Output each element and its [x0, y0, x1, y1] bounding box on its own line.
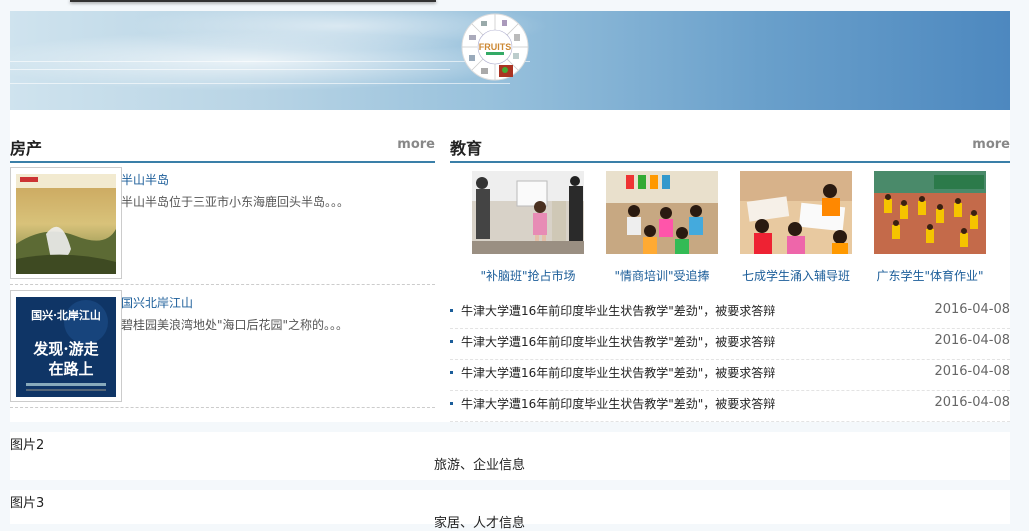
housing-more-link[interactable]: more — [397, 137, 435, 152]
content-block: 图片2 旅游、企业信息 — [10, 432, 1010, 480]
news-title[interactable]: 牛津大学遭16年前印度毕业生状告教学"差劲"，被要求答辩 — [461, 333, 775, 350]
housing-item-name[interactable]: 半山半岛 — [121, 171, 169, 188]
news-date: 2016-04-08 — [934, 395, 1010, 410]
news-date: 2016-04-08 — [934, 302, 1010, 317]
sports-photo-icon — [874, 171, 986, 254]
education-header: 教育 more — [450, 135, 1010, 163]
content-block: 图片3 家居、人才信息 — [10, 490, 1010, 531]
news-title[interactable]: 牛津大学遭16年前印度毕业生状告教学"差劲"，被要求答辩 — [461, 395, 775, 412]
poster-slogan: 在路上 — [48, 360, 93, 378]
picture-caption[interactable]: 七成学生涌入辅导班 — [730, 267, 862, 284]
logo-text: FRUITS — [479, 42, 512, 52]
banner-streak — [10, 69, 450, 70]
news-item[interactable]: 牛津大学遭16年前印度毕业生状告教学"差劲"，被要求答辩 2016-04-08 — [450, 391, 1010, 422]
divider — [10, 284, 435, 285]
block-center-text: 家居、人才信息 — [434, 516, 526, 531]
education-title: 教育 — [450, 139, 483, 158]
banner-streak — [10, 61, 530, 62]
housing-item-name[interactable]: 国兴北岸江山 — [121, 294, 193, 311]
poster-slogan: 发现·游走 — [32, 340, 98, 358]
block-label: 图片3 — [10, 496, 45, 511]
resort-photo-icon — [16, 174, 116, 274]
news-item[interactable]: 牛津大学遭16年前印度毕业生状告教学"差劲"，被要求答辩 2016-04-08 — [450, 298, 1010, 329]
bullet-icon — [450, 309, 453, 312]
banner: FRUITS — [10, 11, 1010, 110]
tutoring-photo-icon — [740, 171, 852, 254]
education-more-link[interactable]: more — [972, 137, 1010, 152]
housing-item-desc: 半山半岛位于三亚市小东海鹿回头半岛。。。 — [121, 195, 350, 209]
picture-caption[interactable]: "情商培训"受追捧 — [596, 267, 728, 284]
bullet-icon — [450, 340, 453, 343]
poster-title: 国兴·北岸江山 — [31, 308, 101, 322]
housing-item: 国兴·北岸江山 发现·游走 在路上 国兴北岸江山 碧桂园美浪湾地处"海口后花园"… — [10, 290, 435, 406]
classroom-photo-icon — [472, 171, 584, 254]
poster-image-icon: 国兴·北岸江山 发现·游走 在路上 — [16, 297, 116, 397]
bullet-icon — [450, 371, 453, 374]
news-title[interactable]: 牛津大学遭16年前印度毕业生状告教学"差劲"，被要求答辩 — [461, 302, 775, 319]
picture-caption[interactable]: 广东学生"体育作业" — [864, 267, 996, 284]
news-date: 2016-04-08 — [934, 364, 1010, 379]
news-item[interactable]: 牛津大学遭16年前印度毕业生状告教学"差劲"，被要求答辩 2016-04-08 — [450, 360, 1010, 391]
divider — [10, 407, 435, 408]
education-picture[interactable]: 七成学生涌入辅导班 — [740, 171, 852, 291]
block-center-text: 旅游、企业信息 — [434, 458, 526, 473]
education-picture[interactable]: 广东学生"体育作业" — [874, 171, 986, 291]
block-label: 图片2 — [10, 438, 45, 453]
education-picture[interactable]: "补脑班"抢占市场 — [472, 171, 584, 291]
banner-streak — [10, 83, 510, 84]
housing-item-desc: 碧桂园美浪湾地处"海口后花园"之称的。。。 — [121, 318, 349, 332]
housing-thumbnail[interactable] — [10, 167, 122, 279]
housing-thumbnail[interactable]: 国兴·北岸江山 发现·游走 在路上 — [10, 290, 122, 402]
news-item[interactable]: 牛津大学遭16年前印度毕业生状告教学"差劲"，被要求答辩 2016-04-08 — [450, 329, 1010, 360]
top-shadow-bar — [70, 0, 436, 2]
education-picture[interactable]: "情商培训"受追捧 — [606, 171, 718, 291]
news-date: 2016-04-08 — [934, 333, 1010, 348]
bullet-icon — [450, 402, 453, 405]
housing-header: 房产 more — [10, 135, 435, 163]
children-class-photo-icon — [606, 171, 718, 254]
news-title[interactable]: 牛津大学遭16年前印度毕业生状告教学"差劲"，被要求答辩 — [461, 364, 775, 381]
picture-caption[interactable]: "补脑班"抢占市场 — [462, 267, 594, 284]
housing-title: 房产 — [10, 139, 43, 158]
housing-item: 半山半岛 半山半岛位于三亚市小东海鹿回头半岛。。。 — [10, 167, 435, 283]
fruits-logo-icon[interactable]: FRUITS — [461, 13, 529, 81]
